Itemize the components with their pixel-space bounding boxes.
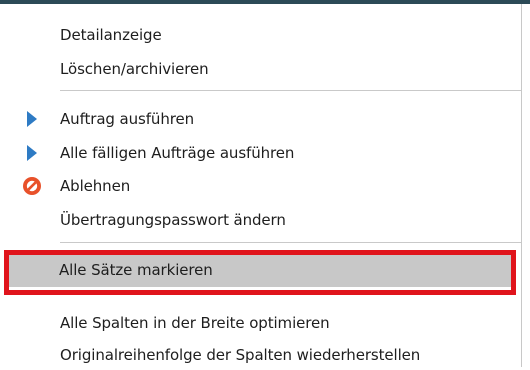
menu-item-label: Originalreihenfolge der Spalten wiederhe…: [60, 346, 421, 364]
menu-item-label: Löschen/archivieren: [60, 60, 209, 78]
menu-item-uebertragungspasswort-aendern[interactable]: Übertragungspasswort ändern: [10, 205, 515, 235]
menu-item-alle-faelligen-auftraege-ausfuehren[interactable]: Alle fälligen Aufträge ausführen: [10, 138, 515, 168]
reject-circle-icon: [22, 176, 42, 196]
menu-item-originalreihenfolge-wiederherstellen[interactable]: Originalreihenfolge der Spalten wiederhe…: [10, 340, 515, 370]
menu-item-label: Detailanzeige: [60, 26, 162, 44]
menu-right-border: [521, 4, 522, 367]
menu-item-auftrag-ausfuehren[interactable]: Auftrag ausführen: [10, 104, 515, 134]
menu-item-detailanzeige[interactable]: Detailanzeige: [10, 20, 515, 50]
menu-item-label: Übertragungspasswort ändern: [60, 211, 286, 229]
menu-separator: [60, 242, 522, 243]
menu-item-alle-saetze-markieren[interactable]: Alle Sätze markieren: [9, 252, 514, 287]
menu-item-label: Alle Spalten in der Breite optimieren: [60, 314, 330, 332]
menu-item-label: Ablehnen: [60, 177, 131, 195]
menu-item-label: Auftrag ausführen: [60, 110, 194, 128]
context-menu: Detailanzeige Löschen/archivieren Auftra…: [0, 4, 530, 367]
play-triangle-icon: [22, 143, 42, 163]
play-triangle-icon: [22, 109, 42, 129]
menu-item-label: Alle fälligen Aufträge ausführen: [60, 144, 295, 162]
menu-item-ablehnen[interactable]: Ablehnen: [10, 171, 515, 201]
menu-item-loeschen-archivieren[interactable]: Löschen/archivieren: [10, 54, 515, 84]
menu-item-alle-spalten-breite-optimieren[interactable]: Alle Spalten in der Breite optimieren: [10, 308, 515, 338]
menu-separator: [60, 90, 522, 91]
menu-item-label: Alle Sätze markieren: [59, 260, 213, 279]
